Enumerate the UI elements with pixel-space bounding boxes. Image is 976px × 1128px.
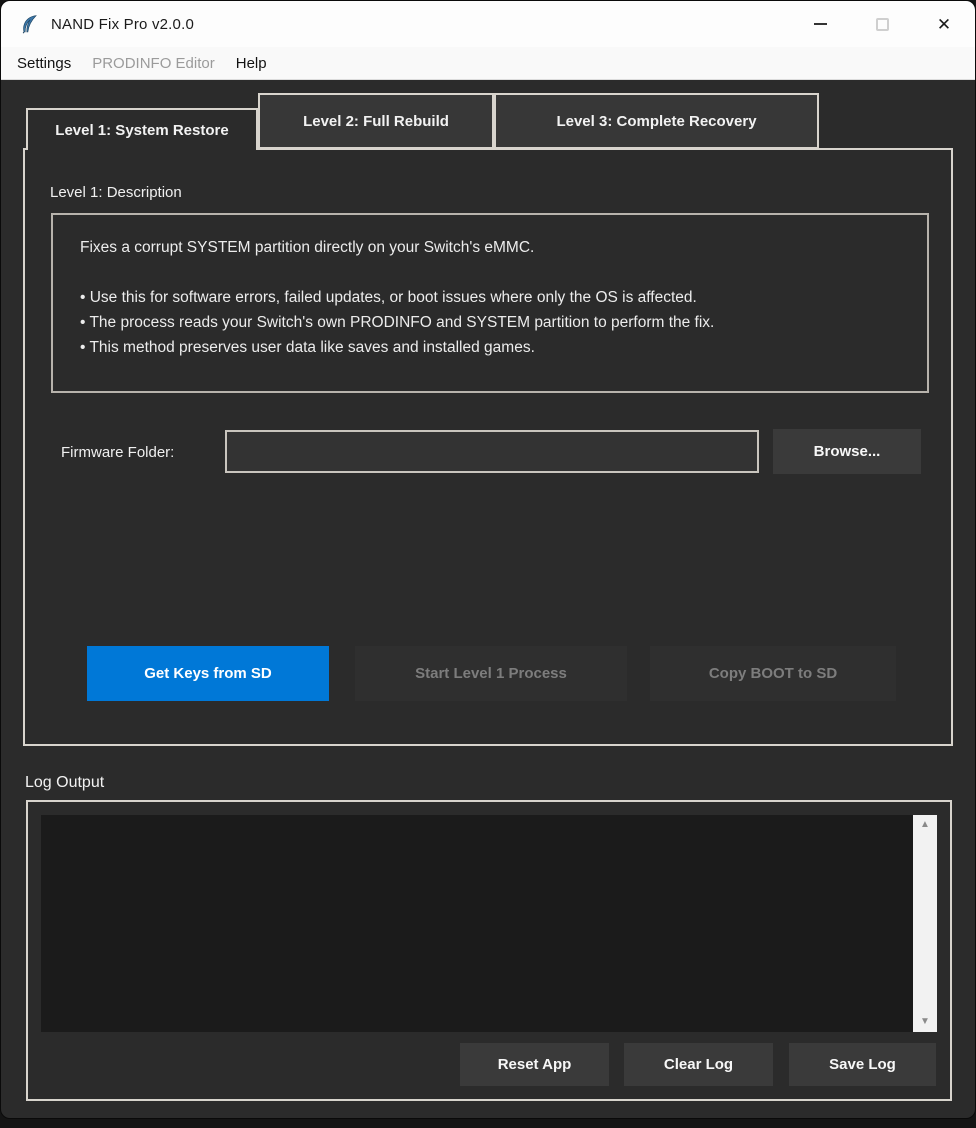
description-line: • The process reads your Switch's own PR…	[80, 310, 907, 335]
window-controls: ✕	[789, 1, 975, 47]
description-title: Level 1: Description	[50, 184, 182, 201]
reset-app-button[interactable]: Reset App	[460, 1043, 609, 1086]
description-line: • This method preserves user data like s…	[80, 335, 907, 360]
desktop-screen: NAND Fix Pro v2.0.0 ✕ Settings PRODINFO …	[0, 0, 976, 1128]
level1-tab-panel: Level 1: Description Fixes a corrupt SYS…	[23, 148, 953, 746]
log-scrollbar[interactable]: ▲ ▼	[913, 815, 937, 1032]
close-button[interactable]: ✕	[913, 1, 975, 47]
firmware-folder-input[interactable]	[225, 430, 759, 473]
menu-bar: Settings PRODINFO Editor Help	[1, 47, 975, 80]
title-bar[interactable]: NAND Fix Pro v2.0.0 ✕	[1, 1, 975, 47]
clear-log-button[interactable]: Clear Log	[624, 1043, 773, 1086]
description-line: Fixes a corrupt SYSTEM partition directl…	[80, 235, 907, 260]
menu-settings[interactable]: Settings	[7, 55, 81, 72]
log-output-title: Log Output	[25, 774, 104, 792]
window-title: NAND Fix Pro v2.0.0	[51, 16, 194, 33]
log-output-frame: ▲ ▼ Reset App Clear Log Save Log	[26, 800, 952, 1101]
maximize-button[interactable]	[851, 1, 913, 47]
log-text-area[interactable]	[41, 815, 913, 1032]
close-icon: ✕	[937, 16, 951, 33]
save-log-button[interactable]: Save Log	[789, 1043, 936, 1086]
description-line: • Use this for software errors, failed u…	[80, 285, 907, 310]
start-level1-process-button: Start Level 1 Process	[355, 646, 627, 701]
python-feather-icon	[19, 14, 39, 34]
description-line	[80, 260, 907, 285]
tab-level3-complete-recovery[interactable]: Level 3: Complete Recovery	[494, 93, 819, 149]
minimize-button[interactable]	[789, 1, 851, 47]
scroll-down-icon[interactable]: ▼	[920, 1012, 930, 1032]
copy-boot-to-sd-button: Copy BOOT to SD	[650, 646, 896, 701]
get-keys-from-sd-button[interactable]: Get Keys from SD	[87, 646, 329, 701]
maximize-icon	[876, 18, 889, 31]
description-box: Fixes a corrupt SYSTEM partition directl…	[51, 213, 929, 393]
tab-level1-system-restore[interactable]: Level 1: System Restore	[26, 108, 258, 150]
tab-level2-full-rebuild[interactable]: Level 2: Full Rebuild	[258, 93, 494, 149]
minimize-icon	[814, 23, 827, 25]
menu-prodinfo-editor: PRODINFO Editor	[81, 55, 226, 72]
menu-help[interactable]: Help	[226, 55, 277, 72]
browse-button[interactable]: Browse...	[773, 429, 921, 474]
scroll-up-icon[interactable]: ▲	[920, 815, 930, 835]
app-window: NAND Fix Pro v2.0.0 ✕ Settings PRODINFO …	[0, 0, 976, 1119]
firmware-folder-label: Firmware Folder:	[61, 430, 174, 474]
